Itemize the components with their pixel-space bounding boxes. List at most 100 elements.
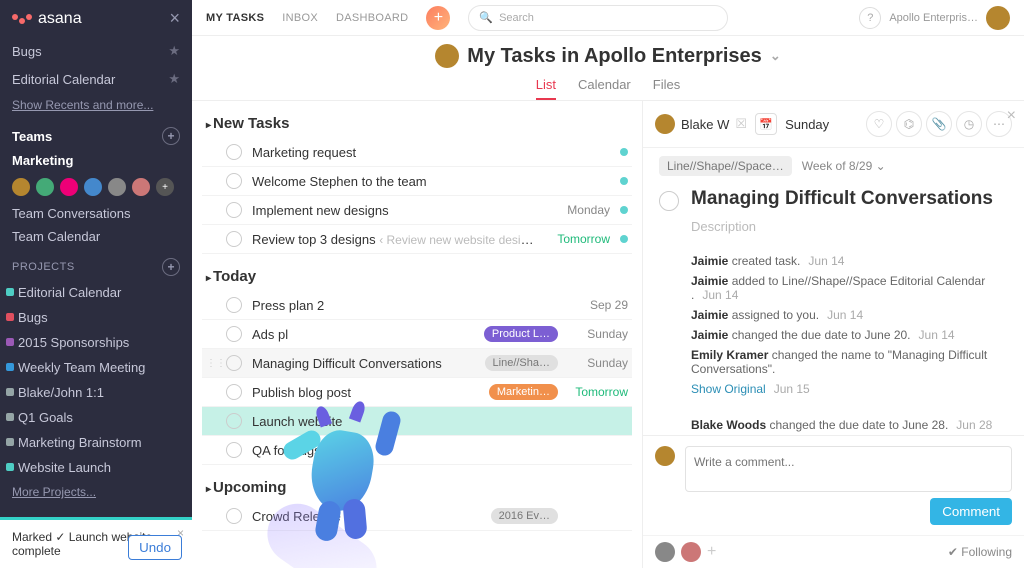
project-item[interactable]: Editorial Calendar (0, 280, 192, 305)
description-field[interactable]: Description (643, 211, 1024, 248)
sidebar-collapse-icon[interactable]: × (169, 8, 180, 29)
tab-files[interactable]: Files (653, 77, 680, 100)
task-name: Welcome Stephen to the team (252, 174, 540, 189)
close-icon[interactable]: × (1007, 107, 1016, 125)
task-checkbox[interactable] (226, 202, 242, 218)
account-avatar[interactable] (986, 6, 1010, 30)
topnav-mytasks[interactable]: MY TASKS (206, 12, 264, 24)
star-icon: ★ (168, 43, 180, 59)
show-original-link[interactable]: Show Original (691, 382, 766, 396)
remove-assignee-icon[interactable]: ☒ (735, 116, 747, 132)
project-item[interactable]: Marketing Brainstorm (0, 430, 192, 455)
task-row[interactable]: ⋮⋮QA for bugs (202, 436, 632, 465)
favorite-bugs[interactable]: Bugs ★ (0, 37, 192, 65)
task-row[interactable]: ⋮⋮Managing Difficult ConversationsLine//… (202, 349, 632, 378)
avatar[interactable] (58, 176, 80, 198)
chevron-down-icon[interactable]: ⌄ (770, 48, 781, 64)
task-row[interactable]: ⋮⋮Marketing request (202, 138, 632, 167)
topnav-dashboard[interactable]: DASHBOARD (336, 12, 408, 24)
project-pill[interactable]: Line//Sha… (485, 355, 558, 371)
follower-avatar[interactable] (655, 542, 675, 562)
following-toggle[interactable]: ✔︎ Following (948, 545, 1012, 559)
topnav-inbox[interactable]: INBOX (282, 12, 318, 24)
project-pill[interactable]: Marketin… (489, 384, 558, 400)
task-list: ▸New Tasks ⋮⋮Marketing request⋮⋮Welcome … (192, 101, 642, 568)
week-tag[interactable]: Week of 8/29 ⌄ (802, 159, 886, 173)
activity-item: Jaimie assigned to you.Jun 14 (691, 308, 1008, 322)
avatar[interactable] (34, 176, 56, 198)
search-input[interactable]: 🔍 Search (468, 5, 728, 31)
task-checkbox[interactable] (226, 384, 242, 400)
tab-list[interactable]: List (536, 77, 556, 100)
due-date[interactable]: Sunday (785, 117, 829, 132)
task-row[interactable]: ⋮⋮Review top 3 designs ‹ Review new webs… (202, 225, 632, 254)
activity-item: Jaimie changed the due date to June 20.J… (691, 328, 1008, 342)
project-item[interactable]: Blake/John 1:1 (0, 380, 192, 405)
project-item[interactable]: Q1 Goals (0, 405, 192, 430)
section-new[interactable]: ▸New Tasks (202, 101, 632, 138)
comment-button[interactable]: Comment (930, 498, 1012, 525)
add-member-icon[interactable]: + (154, 176, 176, 198)
project-item[interactable]: Bugs (0, 305, 192, 330)
task-checkbox[interactable] (226, 173, 242, 189)
avatar[interactable] (82, 176, 104, 198)
team-marketing[interactable]: Marketing (0, 149, 192, 172)
task-title[interactable]: Managing Difficult Conversations (691, 188, 993, 210)
assignee-avatar[interactable] (655, 114, 675, 134)
follower-avatar[interactable] (681, 542, 701, 562)
task-row[interactable]: ⋮⋮Crowd Release2016 Ev… (202, 502, 632, 531)
tab-calendar[interactable]: Calendar (578, 77, 631, 100)
task-dot-icon (620, 148, 628, 156)
task-row[interactable]: ⋮⋮Press plan 2Sep 29 (202, 291, 632, 320)
task-checkbox[interactable] (226, 297, 242, 313)
task-checkbox[interactable] (226, 355, 242, 371)
task-checkbox[interactable] (226, 508, 242, 524)
more-projects-link[interactable]: More Projects... (0, 480, 192, 504)
avatar[interactable] (130, 176, 152, 198)
comment-input[interactable] (685, 446, 1012, 492)
logo[interactable]: asana (12, 10, 82, 28)
task-dot-icon (620, 206, 628, 214)
section-upcoming[interactable]: ▸Upcoming (202, 465, 632, 502)
favorite-editorial[interactable]: Editorial Calendar ★ (0, 65, 192, 93)
account-name[interactable]: Apollo Enterpris… (889, 12, 978, 24)
global-add-button[interactable]: + (426, 6, 450, 30)
timer-icon[interactable]: ◷ (956, 111, 982, 137)
avatar[interactable] (10, 176, 32, 198)
project-pill[interactable]: Product L… (484, 326, 558, 342)
project-pill[interactable]: 2016 Ev… (491, 508, 558, 524)
task-checkbox[interactable] (226, 413, 242, 429)
drag-handle-icon[interactable]: ⋮⋮ (206, 358, 216, 369)
complete-checkbox[interactable] (659, 191, 679, 211)
task-checkbox[interactable] (226, 442, 242, 458)
task-checkbox[interactable] (226, 144, 242, 160)
task-row[interactable]: ⋮⋮Publish blog postMarketin…Tomorrow (202, 378, 632, 407)
section-today[interactable]: ▸Today (202, 254, 632, 291)
task-checkbox[interactable] (226, 231, 242, 247)
task-row[interactable]: ⋮⋮Welcome Stephen to the team (202, 167, 632, 196)
topbar: MY TASKS INBOX DASHBOARD + 🔍 Search ? Ap… (192, 0, 1024, 36)
calendar-icon[interactable]: 📅 (755, 113, 777, 135)
help-icon[interactable]: ? (859, 7, 881, 29)
task-name: QA for bugs (252, 443, 558, 458)
avatar[interactable] (106, 176, 128, 198)
add-team-icon[interactable]: + (162, 127, 180, 145)
project-item[interactable]: Website Launch (0, 455, 192, 480)
like-icon[interactable]: ♡ (866, 111, 892, 137)
task-row[interactable]: ⋮⋮Launch website (202, 407, 632, 436)
task-checkbox[interactable] (226, 326, 242, 342)
add-follower-icon[interactable]: + (707, 543, 716, 561)
add-project-icon[interactable]: + (162, 258, 180, 276)
team-calendar[interactable]: Team Calendar (0, 225, 192, 248)
project-item[interactable]: 2015 Sponsorships (0, 330, 192, 355)
undo-button[interactable]: Undo (128, 535, 182, 560)
team-conversations[interactable]: Team Conversations (0, 202, 192, 225)
project-tag[interactable]: Line//Shape//Space… (659, 156, 792, 176)
subtasks-icon[interactable]: ⌬ (896, 111, 922, 137)
show-recents-link[interactable]: Show Recents and more... (0, 93, 192, 117)
task-row[interactable]: ⋮⋮Ads plProduct L…Sunday (202, 320, 632, 349)
assignee-name[interactable]: Blake W (681, 117, 729, 132)
attachment-icon[interactable]: 📎 (926, 111, 952, 137)
project-item[interactable]: Weekly Team Meeting (0, 355, 192, 380)
task-row[interactable]: ⋮⋮Implement new designsMonday (202, 196, 632, 225)
